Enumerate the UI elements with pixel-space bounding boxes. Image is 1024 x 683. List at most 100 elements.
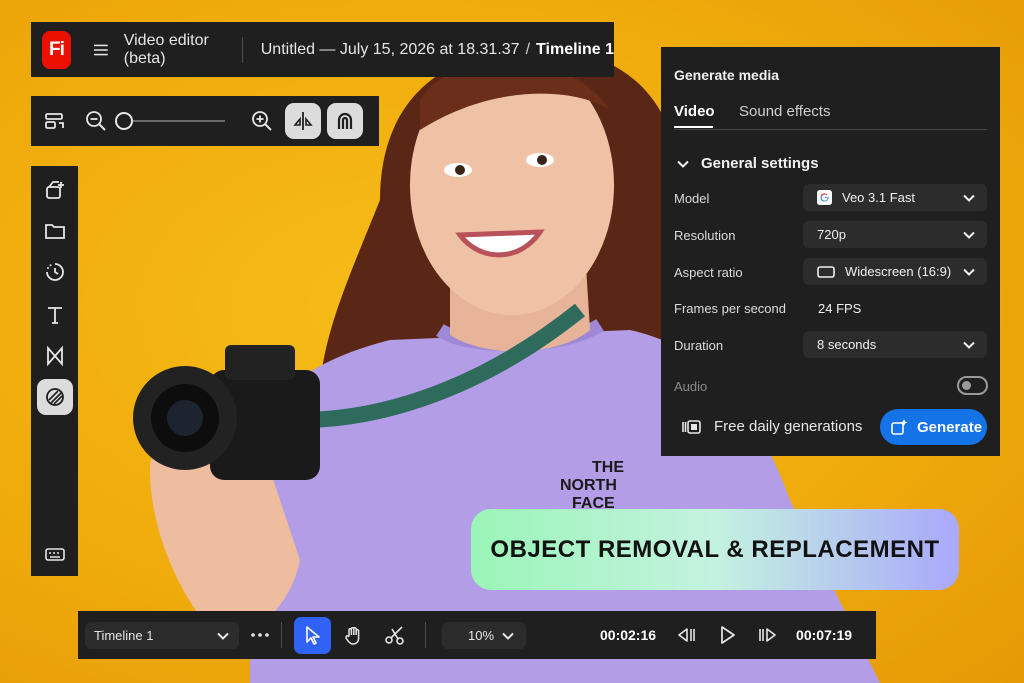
generate-button[interactable]: Generate	[880, 409, 987, 445]
step-forward-icon	[759, 628, 776, 642]
document-title[interactable]: Untitled — July 15, 2026 at 18.31.37	[261, 41, 520, 59]
free-generations-info[interactable]: Free daily generations	[681, 418, 862, 435]
duration-value: 8 seconds	[817, 337, 877, 352]
app-title: Video editor (beta)	[123, 31, 209, 67]
chevron-down-icon	[677, 160, 689, 168]
play-button[interactable]	[714, 622, 740, 648]
general-settings-toggle[interactable]: General settings	[677, 155, 819, 172]
timeline-zoom-value: 10%	[468, 627, 495, 643]
aspect-ratio-label: Aspect ratio	[674, 265, 743, 280]
snap-button[interactable]	[285, 103, 321, 139]
free-generations-label: Free daily generations	[714, 418, 863, 435]
magnet-button[interactable]	[327, 103, 363, 139]
duration-label: Duration	[674, 338, 724, 353]
widescreen-icon	[817, 265, 835, 278]
toolbar-divider	[281, 622, 282, 648]
resolution-label: Resolution	[674, 228, 736, 243]
svg-text:NORTH: NORTH	[560, 477, 617, 494]
timeline-select-value: Timeline 1	[94, 627, 154, 643]
credits-icon	[682, 419, 701, 434]
current-timecode: 00:02:16	[600, 627, 657, 643]
folder-icon	[44, 224, 65, 239]
rail-transitions-button[interactable]	[31, 338, 78, 374]
timeline-name[interactable]: Timeline 1	[536, 41, 614, 59]
chevron-down-icon	[502, 632, 514, 640]
media-add-icon	[45, 181, 64, 199]
pointer-icon	[305, 626, 320, 645]
resolution-dropdown[interactable]: 720p	[803, 221, 987, 248]
model-dropdown[interactable]: Veo 3.1 Fast	[803, 184, 987, 211]
toolbar-divider	[425, 622, 426, 648]
zoom-slider-handle[interactable]	[115, 112, 133, 130]
svg-text:THE: THE	[592, 459, 624, 476]
cut-tool-button[interactable]	[376, 617, 413, 654]
history-icon	[45, 263, 64, 281]
app-header: Fi Video editor (beta) Untitled — July 1…	[31, 22, 614, 77]
tab-sound-effects[interactable]: Sound effects	[739, 103, 830, 120]
select-tool-button[interactable]	[294, 616, 331, 654]
zoom-slider-track	[117, 120, 225, 122]
aspect-ratio-dropdown[interactable]: Widescreen (16:9)	[803, 258, 987, 285]
text-icon	[47, 307, 62, 324]
duration-dropdown[interactable]: 8 seconds	[803, 331, 987, 358]
chevron-down-icon	[963, 268, 975, 276]
step-back-button[interactable]	[672, 622, 698, 648]
active-tab-indicator	[674, 126, 713, 128]
step-forward-button[interactable]	[756, 622, 782, 648]
more-options-icon[interactable]	[251, 633, 269, 637]
fps-value: 24 FPS	[818, 301, 862, 316]
header-divider	[241, 36, 243, 63]
fit-timeline-icon[interactable]	[44, 110, 66, 132]
magnet-icon	[337, 112, 353, 129]
zoom-in-icon[interactable]	[251, 110, 273, 132]
sparkle-icon	[891, 419, 908, 435]
rail-keyboard-button[interactable]	[31, 536, 78, 572]
audio-toggle[interactable]	[957, 376, 988, 395]
snap-icon	[293, 112, 313, 130]
generate-media-panel: Generate media Video Sound effects Gener…	[661, 47, 1000, 456]
timeline-zoom-select[interactable]: 10%	[442, 621, 526, 649]
transition-icon	[46, 345, 63, 367]
audio-label: Audio	[674, 379, 708, 394]
zoom-slider[interactable]	[115, 111, 225, 131]
resolution-value: 720p	[817, 227, 846, 242]
zoom-toolbar	[31, 96, 379, 146]
toggle-knob	[962, 381, 971, 390]
app-logo[interactable]: Fi	[42, 30, 71, 69]
tab-divider	[674, 129, 987, 130]
feature-banner: OBJECT REMOVAL & REPLACEMENT	[471, 509, 959, 590]
chevron-down-icon	[217, 632, 229, 640]
hamburger-menu-icon[interactable]	[94, 43, 108, 57]
chevron-down-icon	[963, 194, 975, 202]
play-icon	[721, 626, 735, 644]
rail-history-button[interactable]	[31, 254, 78, 290]
scissors-icon	[384, 626, 404, 645]
tab-video[interactable]: Video	[674, 103, 715, 120]
breadcrumb-separator: /	[525, 40, 531, 58]
timeline-toolbar: Timeline 1 10% 00:02:16 00:07:19	[78, 611, 876, 659]
google-icon	[817, 190, 832, 205]
zoom-out-icon[interactable]	[85, 110, 107, 132]
step-back-icon	[678, 628, 695, 642]
tool-rail	[31, 166, 78, 576]
end-timecode: 00:07:19	[796, 627, 853, 643]
rail-text-button[interactable]	[31, 297, 78, 333]
hand-icon	[344, 627, 359, 645]
generate-label: Generate	[917, 418, 983, 436]
keyboard-icon	[44, 548, 65, 561]
aspect-ratio-value: Widescreen (16:9)	[845, 264, 952, 279]
chevron-down-icon	[963, 231, 975, 239]
section-title: General settings	[701, 155, 819, 172]
generative-icon	[45, 388, 64, 406]
rail-files-button[interactable]	[31, 213, 78, 249]
panel-title: Generate media	[674, 67, 780, 83]
model-label: Model	[674, 191, 710, 206]
fps-label: Frames per second	[674, 301, 786, 316]
rail-media-button[interactable]	[31, 172, 78, 208]
chevron-down-icon	[963, 341, 975, 349]
rail-active-highlight	[36, 379, 73, 415]
timeline-select[interactable]: Timeline 1	[85, 621, 239, 649]
hand-tool-button[interactable]	[335, 617, 372, 654]
rail-generative-button[interactable]	[31, 379, 78, 415]
model-value: Veo 3.1 Fast	[842, 190, 915, 205]
